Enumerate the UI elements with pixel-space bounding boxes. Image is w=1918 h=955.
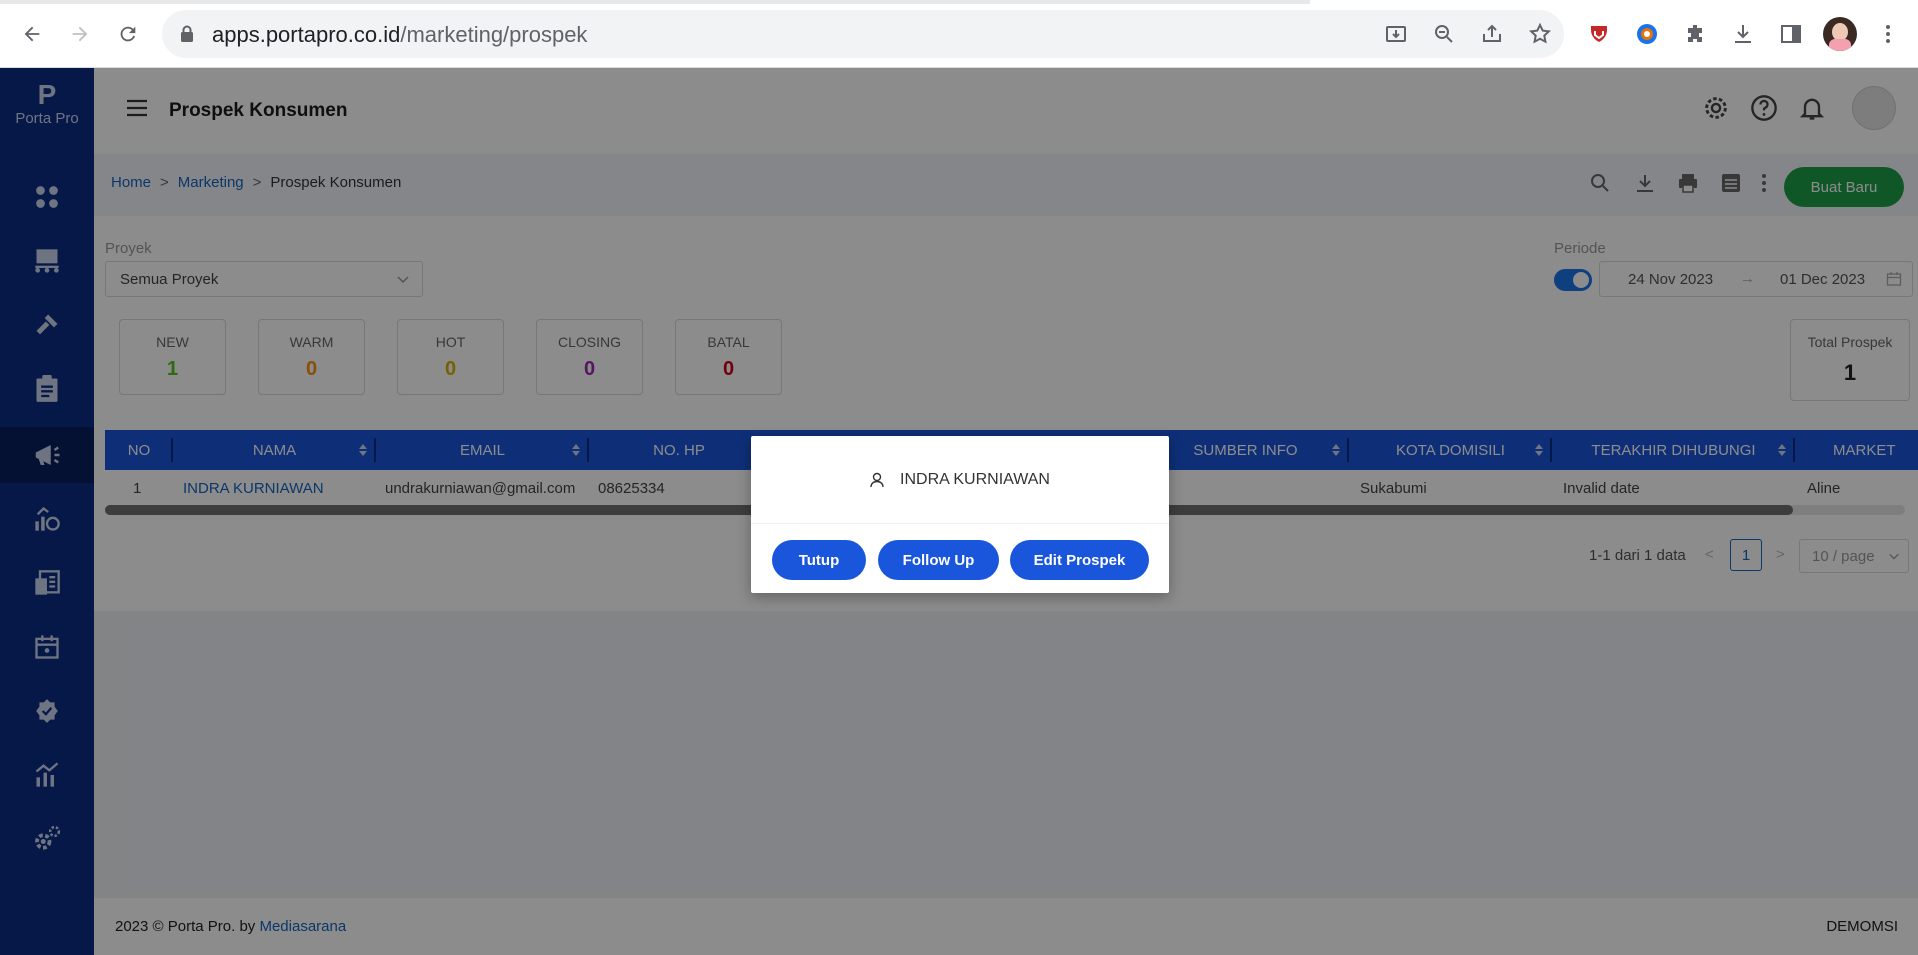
extensions-puzzle-icon[interactable] (1683, 22, 1707, 46)
install-app-icon[interactable] (1384, 22, 1408, 46)
modal-user-name: INDRA KURNIAWAN (900, 470, 1050, 488)
forward-arrow-icon (72, 26, 88, 42)
tab-strip-edge (0, 0, 1310, 4)
user-icon (870, 472, 884, 487)
reload-button[interactable] (112, 18, 144, 50)
side-panel-icon[interactable] (1779, 22, 1803, 46)
forward-button[interactable] (64, 18, 96, 50)
edit-prospect-button[interactable]: Edit Prospek (1010, 540, 1149, 580)
close-button[interactable]: Tutup (772, 540, 866, 580)
profile-avatar[interactable] (1823, 17, 1857, 51)
back-arrow-icon (24, 26, 40, 42)
modal-user-row: INDRA KURNIAWAN (751, 436, 1169, 524)
address-bar[interactable]: apps.portapro.co.id/marketing/prospek (162, 10, 1564, 58)
url-text: apps.portapro.co.id/marketing/prospek (212, 22, 588, 47)
extension-circle-icon[interactable] (1635, 22, 1659, 46)
bookmark-star-icon[interactable] (1528, 22, 1552, 46)
reload-icon (120, 26, 136, 42)
prospect-action-modal: INDRA KURNIAWAN Tutup Follow Up Edit Pro… (751, 436, 1169, 593)
back-button[interactable] (16, 18, 48, 50)
follow-up-button[interactable]: Follow Up (878, 540, 999, 580)
extension-shield-icon[interactable] (1587, 22, 1611, 46)
browser-menu-icon[interactable] (1876, 22, 1900, 46)
browser-toolbar: apps.portapro.co.id/marketing/prospek (0, 0, 1918, 68)
zoom-out-icon[interactable] (1432, 22, 1456, 46)
downloads-icon[interactable] (1731, 22, 1755, 46)
lock-icon (181, 25, 193, 42)
share-icon[interactable] (1480, 22, 1504, 46)
